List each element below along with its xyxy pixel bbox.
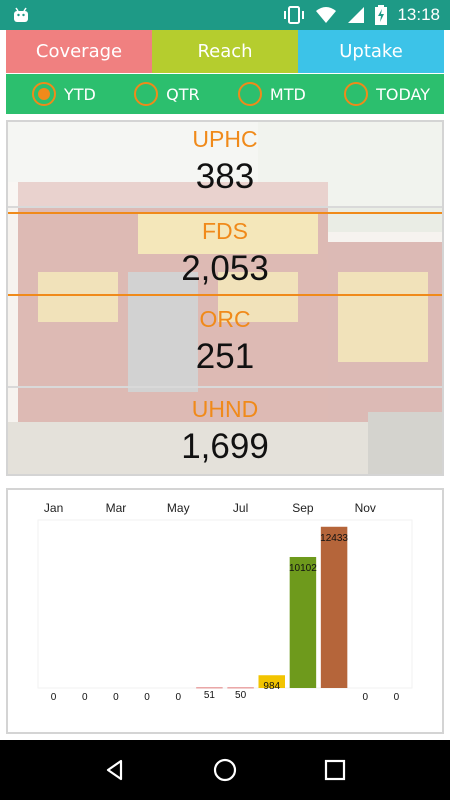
stat-label: FDS bbox=[202, 218, 248, 244]
stat-card-fds[interactable]: FDS 2,053 bbox=[8, 212, 442, 296]
stat-value: 1,699 bbox=[181, 427, 269, 466]
bar-jul bbox=[227, 687, 254, 689]
radio-label: YTD bbox=[64, 84, 96, 104]
stat-label: UPHC bbox=[192, 126, 258, 152]
bar-oct bbox=[320, 526, 348, 688]
period-selector: YTD QTR MTD TODAY bbox=[6, 74, 444, 114]
status-bar: 13:18 bbox=[0, 0, 450, 30]
radio-unchecked-icon bbox=[237, 82, 262, 106]
data-label: 50 bbox=[235, 690, 247, 701]
x-tick-label: Mar bbox=[106, 501, 127, 515]
tab-coverage[interactable]: Coverage bbox=[6, 30, 152, 73]
stat-card-uhnd[interactable]: UHND 1,699 bbox=[8, 392, 442, 474]
x-tick-label: May bbox=[167, 501, 190, 515]
radio-unchecked-icon bbox=[134, 82, 159, 106]
bar-chart: Jan Mar May Jul Sep Nov 0 0 0 0 0 51 50 984 10102 12433… bbox=[37, 501, 413, 703]
home-button[interactable] bbox=[205, 750, 245, 790]
stat-value: 383 bbox=[195, 157, 255, 196]
data-label: 10102 bbox=[289, 563, 317, 574]
navigation-bar bbox=[0, 740, 450, 800]
bar-sep bbox=[289, 556, 317, 688]
wifi-icon bbox=[316, 7, 337, 23]
radio-mtd[interactable]: MTD bbox=[237, 82, 306, 106]
data-label: 0 bbox=[144, 692, 150, 703]
radio-ytd[interactable]: YTD bbox=[32, 82, 96, 106]
data-label: 0 bbox=[113, 692, 119, 703]
data-label: 12433 bbox=[320, 533, 348, 544]
radio-unchecked-icon bbox=[344, 82, 369, 106]
x-tick-label: Sep bbox=[292, 501, 314, 515]
x-tick-label: Jul bbox=[233, 501, 248, 515]
data-label: 0 bbox=[394, 692, 400, 703]
radio-today[interactable]: TODAY bbox=[344, 82, 430, 106]
vibrate-icon bbox=[284, 6, 305, 24]
data-label: 0 bbox=[175, 692, 181, 703]
stat-value: 2,053 bbox=[181, 249, 269, 288]
category-tabs: Coverage Reach Uptake bbox=[6, 30, 444, 73]
stat-value: 251 bbox=[195, 337, 255, 376]
data-label: 0 bbox=[51, 692, 57, 703]
android-icon bbox=[14, 7, 28, 22]
back-button[interactable] bbox=[95, 750, 135, 790]
recents-icon bbox=[324, 759, 346, 781]
monthly-chart: Jan Mar May Jul Sep Nov 0 0 0 0 0 51 50 984 10102 12433… bbox=[6, 488, 444, 734]
x-tick-label: Nov bbox=[355, 501, 376, 515]
radio-label: QTR bbox=[166, 84, 200, 104]
radio-label: TODAY bbox=[376, 84, 430, 104]
data-label: 984 bbox=[263, 681, 280, 692]
radio-label: MTD bbox=[269, 84, 306, 104]
clock: 13:18 bbox=[397, 5, 440, 24]
data-label: 51 bbox=[204, 690, 216, 701]
data-label: 0 bbox=[362, 692, 368, 703]
back-icon bbox=[106, 759, 123, 781]
bar-jun bbox=[196, 687, 223, 689]
stat-label: UHND bbox=[191, 396, 259, 422]
stat-card-uphc[interactable]: UPHC 383 bbox=[8, 122, 442, 208]
tab-reach[interactable]: Reach bbox=[152, 30, 298, 73]
radio-checked-icon bbox=[32, 82, 56, 106]
x-tick-label: Jan bbox=[44, 501, 63, 515]
signal-icon bbox=[348, 7, 365, 23]
stat-card-orc[interactable]: ORC 251 bbox=[8, 302, 442, 388]
recents-button[interactable] bbox=[315, 750, 355, 790]
home-icon bbox=[213, 758, 237, 782]
stats-panel: UPHC 383 FDS 2,053 ORC 251 UHND 1,699 bbox=[6, 120, 444, 476]
tab-uptake[interactable]: Uptake bbox=[298, 30, 444, 73]
battery-charging-icon bbox=[375, 5, 388, 25]
radio-qtr[interactable]: QTR bbox=[134, 82, 200, 106]
stat-label: ORC bbox=[199, 306, 251, 332]
plot-area bbox=[37, 519, 413, 689]
data-label: 0 bbox=[82, 692, 88, 703]
